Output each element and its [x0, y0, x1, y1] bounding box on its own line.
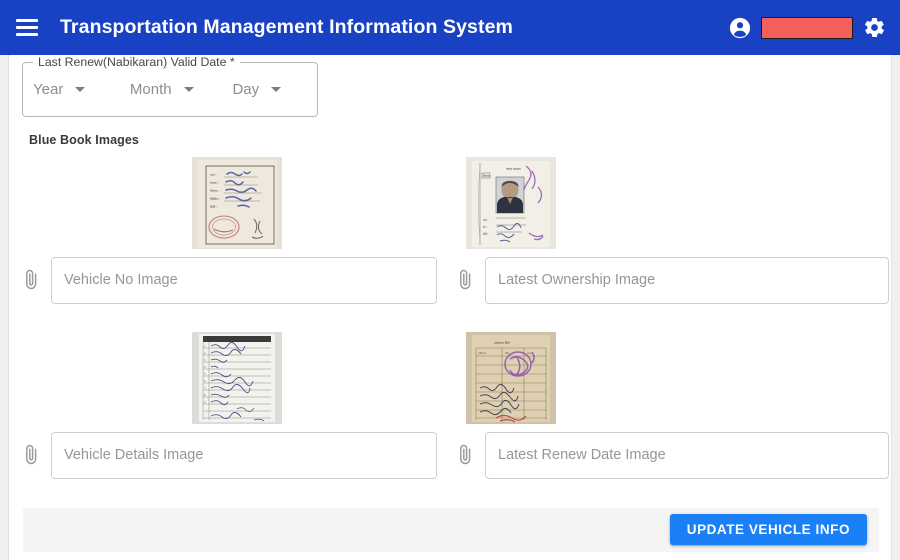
svg-text:ठेगाना :: ठेगाना : — [210, 181, 220, 185]
image-row-1: नाम : ठेगाना : जिल्ला : किसिम : मिति : V… — [9, 153, 893, 313]
svg-text:नवीकरण: नवीकरण — [478, 351, 486, 355]
app-title: Transportation Management Information Sy… — [60, 16, 513, 38]
vehicle-no-image-cell: नाम : ठेगाना : जिल्ला : किसिम : मिति : V… — [9, 153, 451, 313]
year-select[interactable]: Year — [33, 81, 130, 98]
svg-text:मिति :: मिति : — [210, 205, 217, 209]
account-circle-icon[interactable] — [729, 17, 751, 39]
month-select[interactable]: Month — [130, 81, 233, 98]
year-select-value: Year — [33, 81, 64, 98]
image-row-2: 123 456 789 Vehicle Details Image नवीकरण… — [9, 328, 893, 488]
svg-text:नवीकरण मिति: नवीकरण मिति — [494, 341, 510, 345]
vehicle-no-thumbnail[interactable]: नाम : ठेगाना : जिल्ला : किसिम : मिति : — [192, 157, 282, 249]
svg-text:नेपाल सरकार: नेपाल सरकार — [506, 167, 522, 171]
chevron-down-icon — [75, 87, 86, 92]
app-header: Transportation Management Information Sy… — [0, 0, 900, 55]
vehicle-no-image-field-row: Vehicle No Image — [23, 256, 437, 304]
vehicle-details-image-input[interactable]: Vehicle Details Image — [51, 431, 437, 479]
form-footer-bar: UPDATE VEHICLE INFO — [23, 508, 879, 552]
chevron-down-icon — [183, 87, 194, 92]
latest-renew-date-image-field-row: Latest Renew Date Image — [457, 431, 889, 479]
svg-text:ठेग :: ठेग : — [482, 225, 488, 229]
vehicle-details-image-cell: 123 456 789 Vehicle Details Image — [9, 328, 451, 488]
paperclip-icon[interactable] — [23, 269, 40, 291]
user-name-redaction[interactable] — [761, 16, 853, 39]
latest-ownership-image-field-row: Latest Ownership Image — [457, 256, 889, 304]
svg-text:मिति :: मिति : — [483, 232, 489, 236]
svg-text:रकम: रकम — [527, 352, 532, 355]
vehicle-details-image-field-row: Vehicle Details Image — [23, 431, 437, 479]
latest-ownership-image-input[interactable]: Latest Ownership Image — [485, 256, 889, 304]
hamburger-menu-icon[interactable] — [16, 19, 38, 36]
svg-text:जिल्ला :: जिल्ला : — [210, 189, 220, 193]
svg-text:जिल्ला: जिल्ला — [483, 174, 490, 178]
month-select-value: Month — [129, 81, 172, 98]
last-renew-valid-date-fieldset: Last Renew(Nabikaran) Valid Date * Year … — [22, 55, 318, 117]
update-vehicle-info-button[interactable]: UPDATE VEHICLE INFO — [669, 514, 867, 545]
svg-text:नाम :: नाम : — [483, 219, 488, 222]
page-background: Last Renew(Nabikaran) Valid Date * Year … — [0, 55, 900, 560]
svg-text:किसिम :: किसिम : — [210, 197, 220, 201]
latest-renew-date-image-cell: नवीकरण मिति नवीकरण मिति रकम Latest Renew… — [451, 328, 893, 488]
latest-ownership-thumbnail[interactable]: नेपाल सरकार जिल्ला नाम: ठेग: मिति: — [466, 157, 556, 249]
paperclip-icon[interactable] — [23, 444, 40, 466]
latest-ownership-image-cell: नेपाल सरकार जिल्ला नाम: ठेग: मिति: La… — [451, 153, 893, 313]
gear-icon[interactable] — [863, 16, 886, 39]
paperclip-icon[interactable] — [457, 444, 474, 466]
latest-renew-date-thumbnail[interactable]: नवीकरण मिति नवीकरण मिति रकम — [466, 332, 556, 424]
vehicle-details-thumbnail[interactable]: 123 456 789 — [192, 332, 282, 424]
vehicle-form-card: Last Renew(Nabikaran) Valid Date * Year … — [8, 55, 892, 560]
header-actions — [729, 16, 886, 39]
svg-text:नाम :: नाम : — [210, 173, 217, 177]
chevron-down-icon — [271, 87, 282, 92]
day-select[interactable]: Day — [232, 81, 307, 98]
vehicle-no-image-input[interactable]: Vehicle No Image — [51, 256, 437, 304]
paperclip-icon[interactable] — [457, 269, 474, 291]
blue-book-images-label: Blue Book Images — [29, 133, 139, 147]
latest-renew-date-image-input[interactable]: Latest Renew Date Image — [485, 431, 889, 479]
day-select-value: Day — [232, 81, 260, 98]
